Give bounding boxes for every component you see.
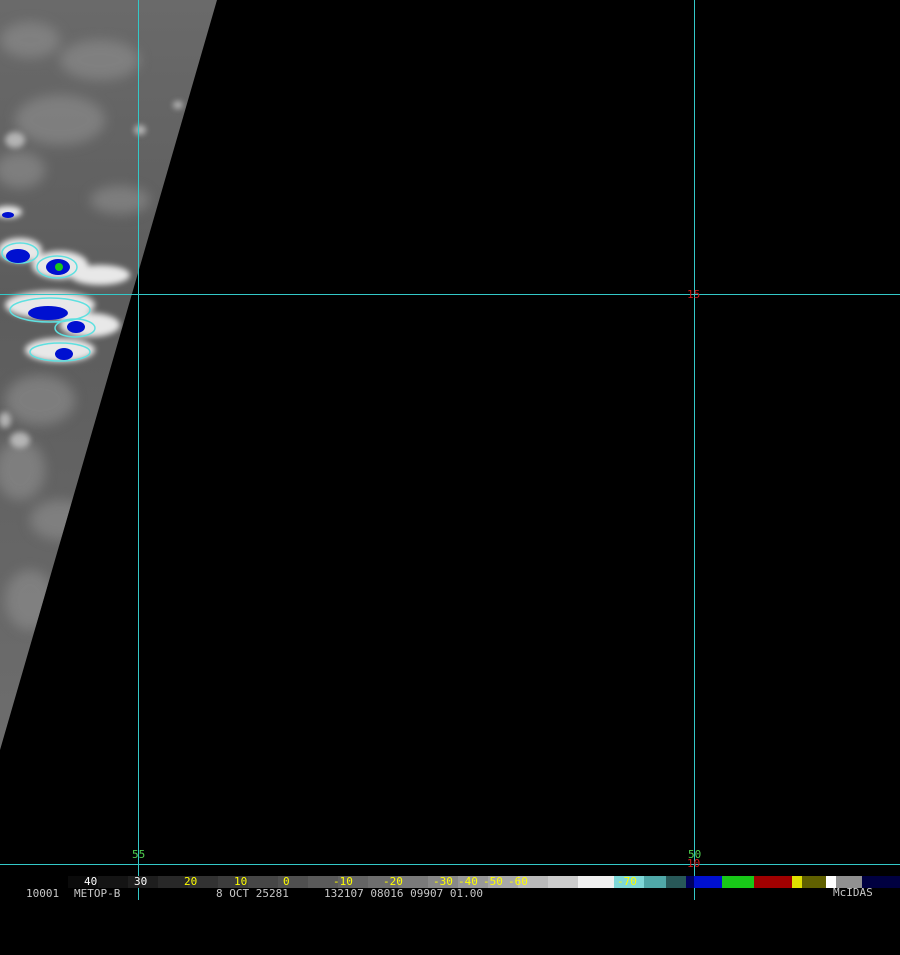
latitude-label-15: 15 xyxy=(687,288,701,301)
latitude-label-10: 10 xyxy=(687,857,701,870)
scale-label: 20 xyxy=(184,875,198,888)
scale-label: -20 xyxy=(383,875,403,888)
longitude-label-55: 55 xyxy=(132,848,146,861)
scale-label: -40 xyxy=(458,875,478,888)
status-line: 10001 METOP-B 8 OCT 25281 132107 08016 0… xyxy=(0,886,900,900)
satellite-image xyxy=(0,0,900,900)
scale-label: -50 xyxy=(483,875,503,888)
frame-number: 10001 xyxy=(26,887,60,900)
scale-label: -10 xyxy=(333,875,353,888)
scale-label: -60 xyxy=(508,875,528,888)
scale-label: -30 xyxy=(433,875,453,888)
software-label: McIDAS xyxy=(833,886,873,899)
image-time-info: 132107 08016 09907 01.00 xyxy=(324,887,483,900)
scale-label: 0 xyxy=(283,875,290,888)
satellite-name: METOP-B xyxy=(74,887,121,900)
scale-label: 40 xyxy=(84,875,98,888)
scale-label: 30 xyxy=(134,875,148,888)
image-date: 8 OCT 25281 xyxy=(216,887,289,900)
scale-label: 10 xyxy=(234,875,248,888)
imagery-swath xyxy=(0,0,217,750)
scale-label: -70 xyxy=(617,875,637,888)
